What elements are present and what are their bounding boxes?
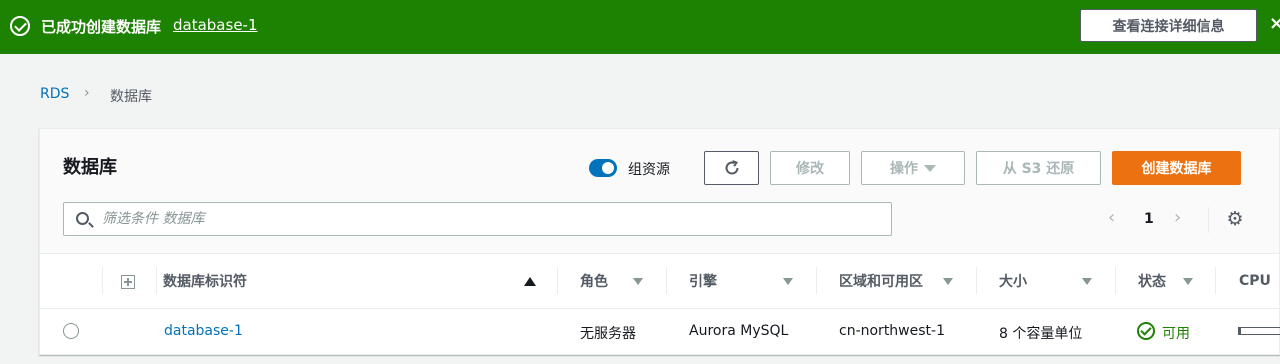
column-divider	[557, 267, 558, 294]
sort-icon[interactable]	[783, 278, 793, 285]
column-divider	[102, 267, 103, 294]
gear-icon[interactable]: ⚙	[1225, 209, 1245, 229]
panel-header: 数据库 组资源 修改 操作 从 S3 还原 创建数据库 ‹ 1 › ⚙	[40, 129, 1279, 254]
flash-database-link[interactable]: database-1	[173, 16, 258, 34]
breadcrumb-rds[interactable]: RDS	[40, 86, 69, 102]
create-database-button[interactable]: 创建数据库	[1112, 151, 1241, 185]
restore-from-s3-button[interactable]: 从 S3 还原	[976, 151, 1101, 185]
cell-role: 无服务器	[580, 326, 636, 342]
sort-icon[interactable]	[1082, 278, 1092, 285]
radio-icon[interactable]	[63, 323, 79, 339]
pagination-divider	[1208, 207, 1209, 233]
cell-engine: Aurora MySQL	[689, 323, 789, 339]
flash-message: 已成功创建数据库	[41, 18, 162, 36]
close-icon[interactable]: ×	[1269, 13, 1280, 33]
database-identifier-link[interactable]: database-1	[164, 323, 243, 339]
modify-button[interactable]: 修改	[770, 151, 850, 185]
column-divider	[1115, 267, 1116, 294]
sort-icon[interactable]	[1183, 278, 1193, 285]
header-divider	[40, 308, 1279, 309]
sort-asc-icon[interactable]	[524, 277, 536, 286]
page-title: 数据库	[63, 157, 117, 178]
column-divider	[1215, 267, 1216, 294]
search-icon	[76, 212, 89, 225]
column-divider	[816, 267, 817, 294]
column-divider	[156, 267, 157, 294]
page-number[interactable]: 1	[1144, 211, 1154, 227]
cell-region: cn-northwest-1	[839, 323, 945, 339]
sort-icon[interactable]	[633, 278, 643, 285]
cpu-utilization-fill	[1239, 328, 1241, 334]
column-divider	[976, 267, 977, 294]
success-flash-banner: 已成功创建数据库 database-1 查看连接详细信息 ×	[0, 0, 1280, 54]
chevron-right-icon: ›	[84, 85, 90, 101]
column-divider	[666, 267, 667, 294]
column-header-role[interactable]: 角色	[580, 254, 608, 308]
status-badge: 可用	[1162, 326, 1190, 342]
refresh-icon	[725, 160, 738, 175]
status-check-icon	[1137, 322, 1155, 340]
column-header-cpu[interactable]: CPU	[1239, 254, 1271, 308]
group-resources-label: 组资源	[628, 162, 670, 178]
column-header-region[interactable]: 区域和可用区	[839, 254, 923, 308]
column-header-size[interactable]: 大小	[999, 254, 1027, 308]
group-resources-toggle[interactable]	[589, 159, 617, 177]
check-circle-icon	[10, 16, 30, 36]
filter-search-box[interactable]	[63, 202, 892, 236]
expand-icon[interactable]	[121, 275, 135, 289]
column-header-engine[interactable]: 引擎	[689, 254, 717, 308]
actions-dropdown-button[interactable]: 操作	[861, 151, 965, 185]
databases-panel: 数据库 组资源 修改 操作 从 S3 还原 创建数据库 ‹ 1 › ⚙ 数据库标…	[39, 128, 1280, 355]
cpu-utilization-bar	[1238, 327, 1280, 335]
chevron-right-icon[interactable]: ›	[1174, 207, 1181, 228]
column-header-status[interactable]: 状态	[1138, 254, 1166, 308]
view-connection-details-button[interactable]: 查看连接详细信息	[1080, 9, 1257, 42]
column-header-identifier[interactable]: 数据库标识符	[163, 254, 247, 308]
cell-size: 8 个容量单位	[999, 326, 1083, 342]
actions-label: 操作	[890, 161, 918, 177]
filter-input[interactable]	[102, 209, 882, 229]
chevron-left-icon[interactable]: ‹	[1108, 207, 1115, 228]
sort-icon[interactable]	[943, 278, 953, 285]
refresh-button[interactable]	[704, 151, 759, 185]
breadcrumb-current: 数据库	[110, 89, 152, 105]
caret-down-icon	[924, 164, 936, 172]
